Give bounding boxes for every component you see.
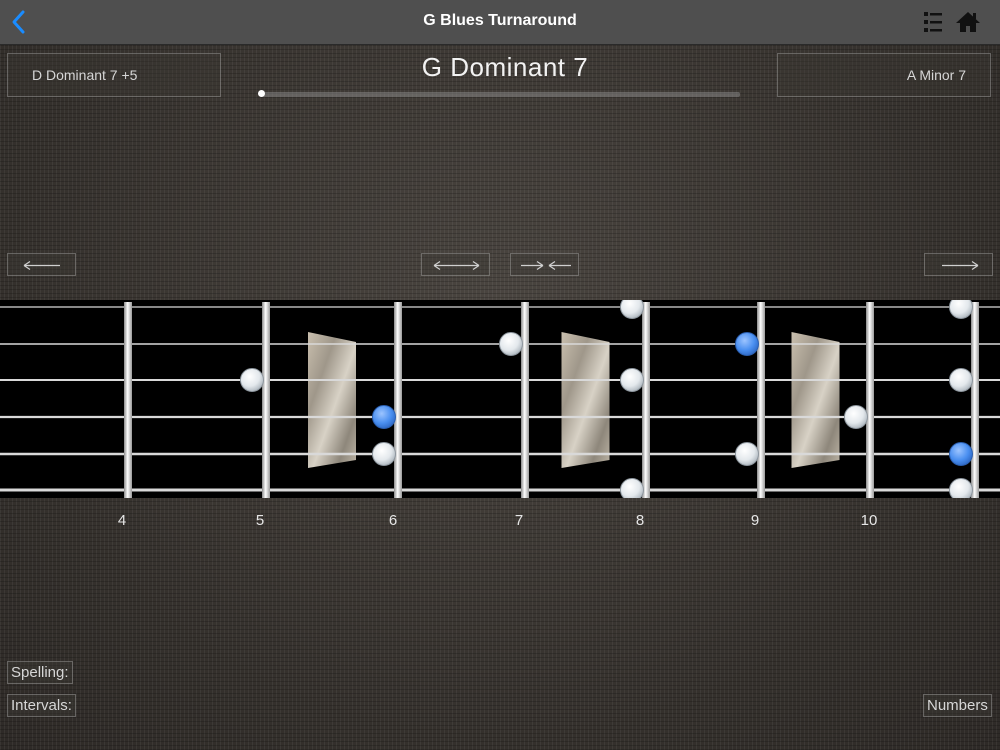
next-chord-button[interactable]: A Minor 7 — [777, 53, 991, 97]
fret-number-label: 7 — [514, 512, 524, 529]
fret-number-label: 4 — [117, 512, 127, 529]
progress-slider[interactable] — [262, 92, 740, 97]
arrows-out-icon — [433, 261, 480, 270]
arrows-in-icon — [521, 261, 571, 270]
note-marker[interactable] — [620, 295, 644, 319]
pearl-inlay — [308, 332, 356, 468]
expand-button[interactable] — [421, 253, 490, 276]
root-note-marker[interactable] — [949, 442, 973, 466]
fret-number-label: 10 — [860, 512, 878, 529]
progress-slider-thumb[interactable] — [258, 90, 265, 97]
pearl-inlay — [561, 332, 610, 468]
note-marker[interactable] — [949, 368, 973, 392]
fret-number-label: 8 — [635, 512, 645, 529]
note-marker[interactable] — [240, 368, 264, 392]
page-title: G Blues Turnaround — [423, 12, 577, 29]
home-icon[interactable] — [954, 9, 982, 35]
note-marker[interactable] — [372, 442, 396, 466]
arrow-left-icon — [23, 261, 60, 270]
fret-wire — [521, 302, 529, 498]
note-marker[interactable] — [499, 332, 523, 356]
shift-left-button[interactable] — [7, 253, 76, 276]
note-marker[interactable] — [844, 405, 868, 429]
previous-chord-button[interactable]: D Dominant 7 +5 — [7, 53, 221, 97]
root-note-marker[interactable] — [735, 332, 759, 356]
fretboard[interactable] — [0, 295, 1000, 502]
fret-number-label: 9 — [750, 512, 760, 529]
fret-wire — [642, 302, 650, 498]
fret-number-label: 6 — [388, 512, 398, 529]
root-note-marker[interactable] — [372, 405, 396, 429]
shift-right-button[interactable] — [924, 253, 993, 276]
list-icon[interactable] — [920, 10, 946, 34]
fret-wire — [262, 302, 270, 498]
fret-wire — [866, 302, 874, 498]
note-marker[interactable] — [949, 295, 973, 319]
arrow-right-icon — [942, 261, 979, 270]
note-marker[interactable] — [620, 368, 644, 392]
chord-title: G Dominant 7 — [421, 52, 589, 82]
fret-number-label: 5 — [255, 512, 265, 529]
fret-wire — [757, 302, 765, 498]
fret-wire — [124, 302, 132, 498]
intervals-label[interactable]: Intervals: — [7, 694, 76, 717]
fret-wire — [971, 302, 979, 498]
numbers-button[interactable]: Numbers — [923, 694, 992, 717]
note-marker[interactable] — [620, 478, 644, 502]
note-marker[interactable] — [735, 442, 759, 466]
navigation-bar: G Blues Turnaround — [0, 0, 1000, 45]
contract-button[interactable] — [510, 253, 579, 276]
note-marker[interactable] — [949, 478, 973, 502]
fretboard-diagram[interactable] — [0, 295, 1000, 502]
pearl-inlay — [791, 332, 840, 468]
fret-wire — [394, 302, 402, 498]
spelling-label[interactable]: Spelling: — [7, 661, 73, 684]
